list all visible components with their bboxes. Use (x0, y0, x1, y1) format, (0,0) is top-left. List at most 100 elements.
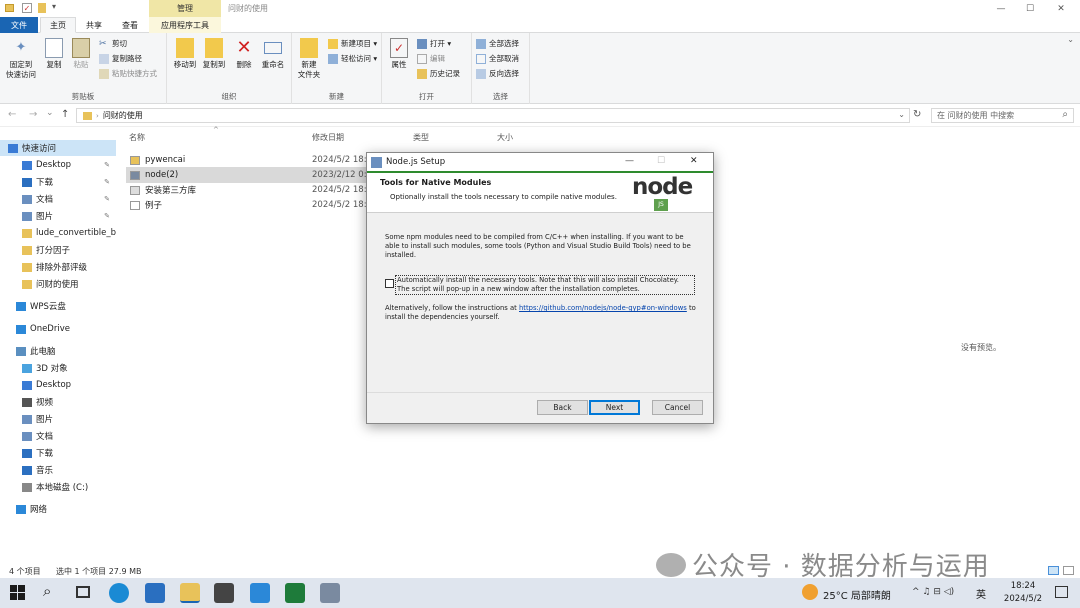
select-none-button[interactable]: 全部取消 (476, 53, 519, 64)
edge-icon[interactable] (109, 583, 129, 603)
sidebar-item-pictures[interactable]: 图片 (0, 411, 116, 427)
cancel-button[interactable]: Cancel (652, 400, 703, 415)
new-folder-button[interactable]: 新建 文件夹 (295, 38, 323, 80)
large-icons-view-icon[interactable] (1063, 566, 1074, 575)
paste-button[interactable]: 粘贴 (70, 38, 92, 70)
easy-access-button[interactable]: 轻松访问 ▾ (328, 53, 377, 64)
paste-shortcut-button[interactable]: 粘贴快捷方式 (99, 68, 157, 79)
sidebar-item-desktop[interactable]: Desktop (0, 377, 116, 393)
dialog-close-button[interactable]: ✕ (690, 156, 698, 166)
sidebar-item-folder[interactable]: 问财的使用 (0, 276, 116, 292)
dialog-minimize-button[interactable]: — (625, 156, 634, 166)
paste-label: 粘贴 (73, 60, 89, 69)
sidebar-item-this-pc[interactable]: 此电脑 (0, 343, 116, 359)
sidebar-item-music[interactable]: 音乐 (0, 462, 116, 478)
copy-to-button[interactable]: 复制到 (200, 38, 228, 70)
sidebar-item-folder[interactable]: 打分因子 (0, 242, 116, 258)
installer-task-icon[interactable] (320, 583, 340, 603)
copy-path-button[interactable]: 复制路径 (99, 53, 142, 64)
select-all-button[interactable]: 全部选择 (476, 38, 519, 49)
file-explorer-icon[interactable] (180, 583, 200, 603)
edit-button[interactable]: 编辑 (417, 53, 445, 64)
tab-app-tools[interactable]: 应用程序工具 (149, 17, 221, 33)
quick-folder-icon[interactable] (38, 3, 46, 13)
column-size[interactable]: 大小 (497, 132, 513, 143)
sidebar-item-label: 此电脑 (30, 347, 56, 357)
clock-date[interactable]: 2024/5/2 (998, 594, 1048, 604)
notification-icon[interactable] (1055, 586, 1068, 598)
desktop-icon (22, 380, 32, 390)
move-to-button[interactable]: 移动到 (171, 38, 199, 70)
up-button[interactable]: ↑ (61, 109, 69, 120)
close-button[interactable]: ✕ (1046, 0, 1076, 17)
sidebar-item-pictures[interactable]: 图片 ✎ (0, 208, 116, 224)
node-gyp-link[interactable]: https://github.com/nodejs/node-gyp#on-wi… (519, 304, 687, 312)
start-button[interactable] (10, 585, 25, 600)
forward-button[interactable]: → (29, 109, 37, 120)
tab-share[interactable]: 共享 (78, 17, 110, 33)
quick-access-dropdown-icon[interactable]: ▾ (52, 2, 56, 11)
column-type[interactable]: 类型 (413, 132, 429, 143)
cut-button[interactable]: ✂ 剪切 (99, 38, 127, 49)
terminal-icon[interactable] (285, 583, 305, 603)
tab-home[interactable]: 主页 (40, 17, 76, 33)
search-icon[interactable]: ⌕ (43, 582, 51, 600)
address-bar[interactable]: › 问财的使用 ⌄ (76, 108, 910, 123)
dialog-title: Node.js Setup (386, 157, 446, 167)
column-modified[interactable]: 修改日期 (312, 132, 344, 143)
copy-button[interactable]: 复制 (43, 38, 65, 70)
sidebar-item-network[interactable]: 网络 (0, 501, 116, 517)
sidebar-item-downloads[interactable]: 下载 (0, 445, 116, 461)
sidebar-item-desktop[interactable]: Desktop ✎ (0, 157, 116, 173)
application-icon (130, 170, 140, 180)
new-item-button[interactable]: 新建项目 ▾ (328, 38, 377, 49)
vscode-icon[interactable] (250, 583, 270, 603)
sidebar-item-folder[interactable]: lude_convertible_b (0, 225, 116, 241)
context-tab-manage: 管理 (149, 0, 221, 17)
column-name[interactable]: 名称 (129, 132, 145, 143)
sidebar-item-quick-access[interactable]: 快速访问 (0, 140, 116, 156)
sidebar-item-wps-cloud[interactable]: WPS云盘 (0, 298, 116, 314)
sidebar-item-3d-objects[interactable]: 3D 对象 (0, 360, 116, 376)
install-tools-label[interactable]: Automatically install the necessary tool… (395, 275, 695, 295)
sidebar-item-downloads[interactable]: 下载 ✎ (0, 174, 116, 190)
sidebar-item-folder[interactable]: 排除外部评级 (0, 259, 116, 275)
task-view-icon[interactable] (76, 586, 90, 598)
properties-button[interactable]: ✓ 属性 (388, 38, 410, 70)
sidebar-item-onedrive[interactable]: OneDrive (0, 321, 116, 337)
sidebar-item-videos[interactable]: 视频 (0, 394, 116, 410)
details-view-icon[interactable] (1048, 566, 1059, 575)
install-tools-checkbox[interactable] (385, 279, 394, 288)
pin-quick-access-button[interactable]: ✦ 固定到 快速访问 (4, 38, 38, 80)
system-tray-icons[interactable]: ^ ♫ ⊟ ◁) (912, 587, 954, 597)
back-button[interactable]: ← (8, 109, 16, 120)
input-language[interactable]: 英 (976, 586, 986, 601)
tab-file[interactable]: 文件 (0, 17, 38, 33)
dialog-maximize-button[interactable]: ☐ (657, 156, 665, 166)
sidebar-item-documents[interactable]: 文档 ✎ (0, 191, 116, 207)
delete-label: 删除 (236, 60, 252, 69)
sidebar-item-local-disk[interactable]: 本地磁盘 (C:) (0, 479, 116, 495)
weather-text[interactable]: 25°C 局部晴朗 (823, 587, 891, 602)
refresh-button[interactable]: ↻ (913, 109, 921, 120)
maximize-button[interactable]: ☐ (1015, 0, 1045, 17)
group-new: 新建 文件夹 新建项目 ▾ 轻松访问 ▾ 新建 (292, 33, 382, 104)
back-button[interactable]: Back (537, 400, 588, 415)
checkmark-icon[interactable]: ✓ (22, 3, 32, 13)
minimize-button[interactable]: — (986, 0, 1016, 17)
open-button[interactable]: 打开 ▾ (417, 38, 451, 49)
ribbon-collapse-icon[interactable]: ⌄ (1067, 35, 1074, 44)
address-dropdown-icon[interactable]: ⌄ (898, 110, 905, 119)
delete-button[interactable]: ✕ 删除 (233, 38, 255, 70)
invert-selection-button[interactable]: 反向选择 (476, 68, 519, 79)
search-input[interactable]: 在 问财的使用 中搜索 ⌕ (931, 108, 1074, 123)
store-icon[interactable] (214, 583, 234, 603)
sidebar-item-documents[interactable]: 文档 (0, 428, 116, 444)
history-button[interactable]: 历史记录 (417, 68, 460, 79)
clock-time[interactable]: 18:24 (1005, 581, 1041, 591)
next-button[interactable]: Next (589, 400, 640, 415)
mail-icon[interactable] (145, 583, 165, 603)
recent-locations-button[interactable]: ⌄ (46, 108, 54, 118)
rename-button[interactable]: 重命名 (259, 38, 287, 70)
tab-view[interactable]: 查看 (113, 17, 147, 33)
